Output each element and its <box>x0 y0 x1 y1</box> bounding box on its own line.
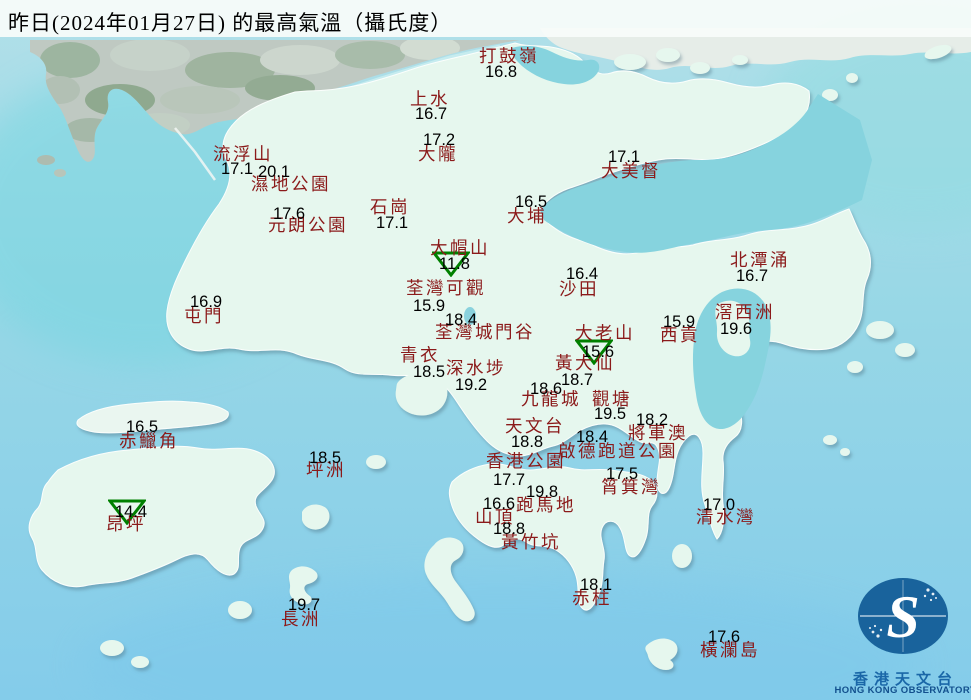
svg-text:S: S <box>886 584 919 650</box>
hko-max-temperature-map: 打鼓嶺 16.8 上水 16.7 大隴 17.2 流浮山 17.1 濕地公園 20.1 大美督 17.… <box>0 0 971 700</box>
station-value: 16.9 <box>190 293 223 311</box>
station-value: 19.8 <box>526 483 559 501</box>
station-value: 17.6 <box>273 205 306 223</box>
station-value: 16.5 <box>126 418 159 436</box>
station-value: 17.1 <box>376 214 409 232</box>
station-value: 18.4 <box>576 428 609 446</box>
station-value: 18.5 <box>309 449 342 467</box>
station-value: 18.2 <box>636 411 669 429</box>
station-value: 17.0 <box>703 496 736 514</box>
station-value: 16.4 <box>566 265 599 283</box>
station-value: 17.1 <box>608 148 641 166</box>
station-name: 青衣 <box>400 345 440 365</box>
hko-logo-icon: S <box>858 578 948 654</box>
station-value: 19.2 <box>455 376 488 394</box>
station-value: 15.9 <box>663 313 696 331</box>
station-value: 18.8 <box>511 433 544 451</box>
station-value: 11.8 <box>439 255 470 273</box>
station-value: 18.1 <box>580 576 613 594</box>
station-name: 黃大仙 <box>555 353 615 373</box>
station-value: 19.5 <box>594 405 627 423</box>
hko-logo-name-en: HONG KONG OBSERVATORY <box>834 685 971 696</box>
station-value: 17.7 <box>493 471 526 489</box>
station-value: 19.7 <box>288 596 321 614</box>
station-value: 16.8 <box>485 63 518 81</box>
title-bar: 昨日(2024年01月27日) 的最高氣溫（攝氏度） <box>0 0 971 37</box>
station-name: 荃灣可觀 <box>406 278 486 298</box>
station-name: 大老山 <box>575 323 635 343</box>
station-value: 16.7 <box>415 105 448 123</box>
station-value: 14.4 <box>115 503 148 521</box>
map-title: 昨日(2024年01月27日) 的最高氣溫（攝氏度） <box>8 11 453 35</box>
station-value: 20.1 <box>258 163 291 181</box>
station-value: 16.5 <box>515 193 548 211</box>
station-name: 沙田 <box>559 279 599 299</box>
hko-logo: S 香港天文台 HONG KONG OBSERVATORY <box>835 560 971 700</box>
station-value: 17.2 <box>423 131 456 149</box>
station-value: 17.6 <box>708 628 741 646</box>
station-value: 15.9 <box>413 297 446 315</box>
station-value: 18.8 <box>493 520 526 538</box>
station-label-layer: 打鼓嶺 16.8 上水 16.7 大隴 17.2 流浮山 17.1 濕地公園 20.1 大美督 17.… <box>0 0 971 700</box>
station-value: 18.5 <box>413 363 446 381</box>
station-value: 18.6 <box>530 380 563 398</box>
station-value: 18.4 <box>445 311 478 329</box>
station-value: 16.7 <box>736 267 769 285</box>
station-value: 19.6 <box>720 320 753 338</box>
station-value: 18.7 <box>561 371 594 389</box>
station-value: 16.6 <box>483 495 516 513</box>
station-name: 深水埗 <box>446 358 506 378</box>
station-value: 17.1 <box>221 160 254 178</box>
station-name: 滘西洲 <box>715 302 775 322</box>
station-value: 17.5 <box>606 465 639 483</box>
station-name: 香港公園 <box>486 451 566 471</box>
